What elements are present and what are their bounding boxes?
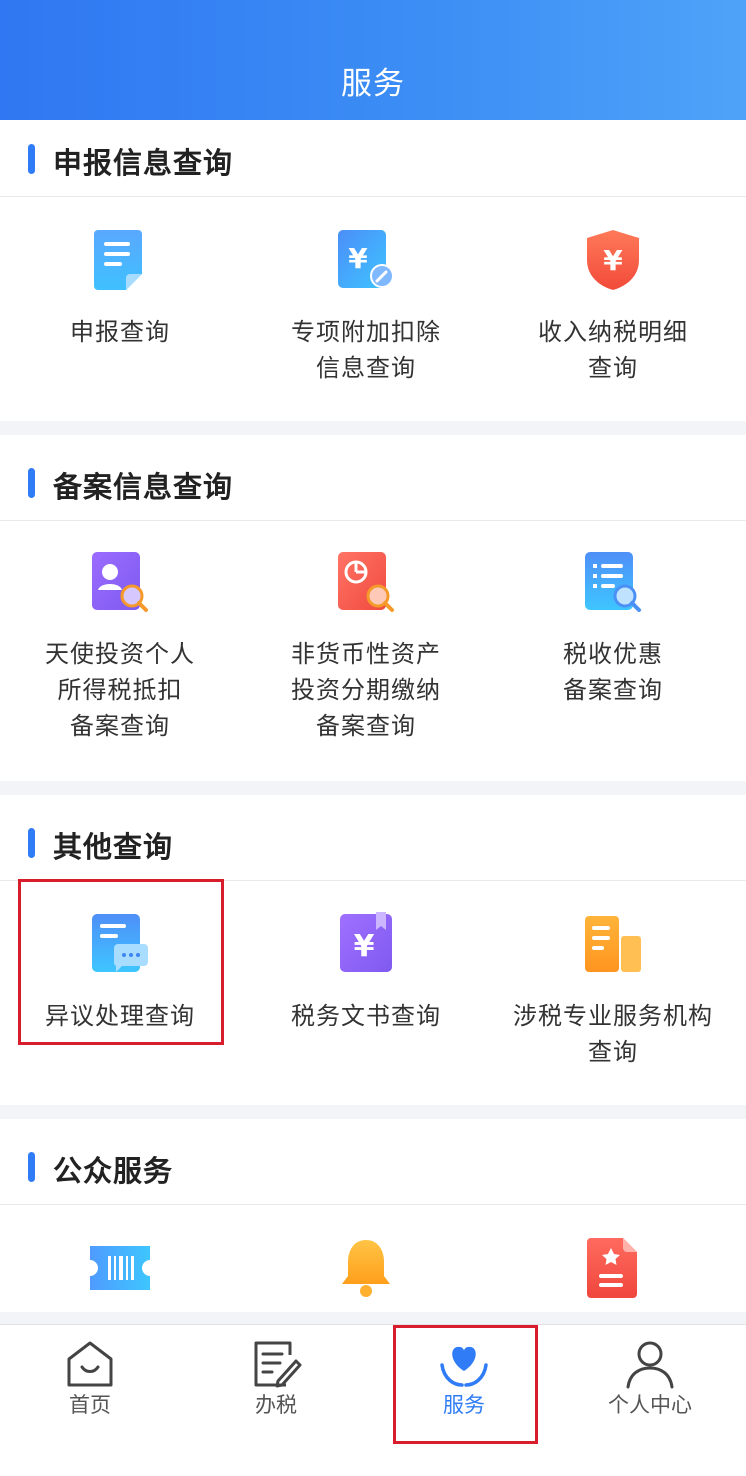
tile-income-tax-detail-query[interactable]: ¥ 收入纳税明细 查询 xyxy=(493,228,733,418)
tile-public-service-notice[interactable] xyxy=(246,1236,486,1316)
tile-declaration-query[interactable]: 申报查询 xyxy=(0,228,240,418)
person-search-icon xyxy=(92,552,148,612)
pie-search-icon xyxy=(338,552,394,612)
section-divider xyxy=(0,1312,746,1324)
yuan-book-icon: ¥ xyxy=(340,912,392,972)
tile-public-service-ticket[interactable] xyxy=(0,1236,240,1316)
list-search-icon xyxy=(585,552,641,612)
edit-form-icon xyxy=(254,1341,302,1388)
section-title: 公众服务 xyxy=(53,1154,174,1188)
tile-label: 天使投资个人 所得税抵扣 备案查询 xyxy=(45,640,195,740)
ticket-barcode-icon xyxy=(90,1246,150,1290)
svg-text:¥: ¥ xyxy=(603,244,623,277)
tile-label: 收入纳税明细 查询 xyxy=(538,318,688,382)
tile-label: 涉税专业服务机构 查询 xyxy=(513,1002,713,1066)
document-icon xyxy=(94,230,142,290)
section-title: 申报信息查询 xyxy=(53,146,234,180)
tile-label: 非货币性资产 投资分期缴纳 备案查询 xyxy=(291,640,441,740)
highlight-box-objection-query xyxy=(18,879,224,1045)
section-header-public-service: 公众服务 xyxy=(0,1130,746,1205)
yuan-shield-icon: ¥ xyxy=(587,230,639,290)
tab-label: 首页 xyxy=(69,1393,111,1417)
tile-tax-preference-filing-query[interactable]: 税收优惠 备案查询 xyxy=(493,550,733,770)
tile-public-service-favorite[interactable] xyxy=(493,1236,733,1316)
top-header: 服务 xyxy=(0,0,746,120)
tab-label: 个人中心 xyxy=(608,1393,692,1417)
section-header-filing-query: 备案信息查询 xyxy=(0,446,746,521)
section-accent-bar xyxy=(28,468,35,498)
highlight-box-service-tab xyxy=(393,1325,538,1444)
tile-angel-investment-query[interactable]: 天使投资个人 所得税抵扣 备案查询 xyxy=(0,550,240,770)
section-header-declaration-query: 申报信息查询 xyxy=(0,122,746,197)
tile-tax-document-query[interactable]: ¥ 税务文书查询 xyxy=(246,912,486,1092)
home-icon xyxy=(67,1341,113,1387)
star-document-icon xyxy=(587,1238,637,1298)
page-title: 服务 xyxy=(341,66,405,102)
section-divider xyxy=(0,1105,746,1119)
section-accent-bar xyxy=(28,828,35,858)
tile-label: 税务文书查询 xyxy=(291,1002,441,1030)
section-divider xyxy=(0,421,746,435)
bell-icon xyxy=(342,1240,390,1297)
tab-personal-center[interactable]: 个人中心 xyxy=(570,1325,730,1435)
section-title: 其他查询 xyxy=(53,830,174,864)
tile-label: 申报查询 xyxy=(70,318,170,346)
tab-tax-handling[interactable]: 办税 xyxy=(196,1325,356,1435)
building-icon xyxy=(585,916,641,972)
section-accent-bar xyxy=(28,1152,35,1182)
section-accent-bar xyxy=(28,144,35,174)
section-divider xyxy=(0,781,746,795)
tile-special-deduction-query[interactable]: ¥ 专项附加扣除 信息查询 xyxy=(246,228,486,418)
bottom-tab-bar: 首页 办税 服务 个人中心 xyxy=(0,1324,746,1476)
tab-label: 办税 xyxy=(255,1393,297,1417)
yuan-edit-icon: ¥ xyxy=(338,230,394,288)
tile-tax-service-agency-query[interactable]: 涉税专业服务机构 查询 xyxy=(493,912,733,1092)
tile-label: 专项附加扣除 信息查询 xyxy=(291,318,441,382)
svg-text:¥: ¥ xyxy=(348,242,368,275)
user-icon xyxy=(626,1341,674,1389)
section-header-other-query: 其他查询 xyxy=(0,806,746,881)
svg-text:¥: ¥ xyxy=(354,929,375,964)
section-title: 备案信息查询 xyxy=(53,470,234,504)
tile-label: 税收优惠 备案查询 xyxy=(563,640,663,704)
tab-home[interactable]: 首页 xyxy=(10,1325,170,1435)
tile-non-monetary-asset-query[interactable]: 非货币性资产 投资分期缴纳 备案查询 xyxy=(246,550,486,770)
